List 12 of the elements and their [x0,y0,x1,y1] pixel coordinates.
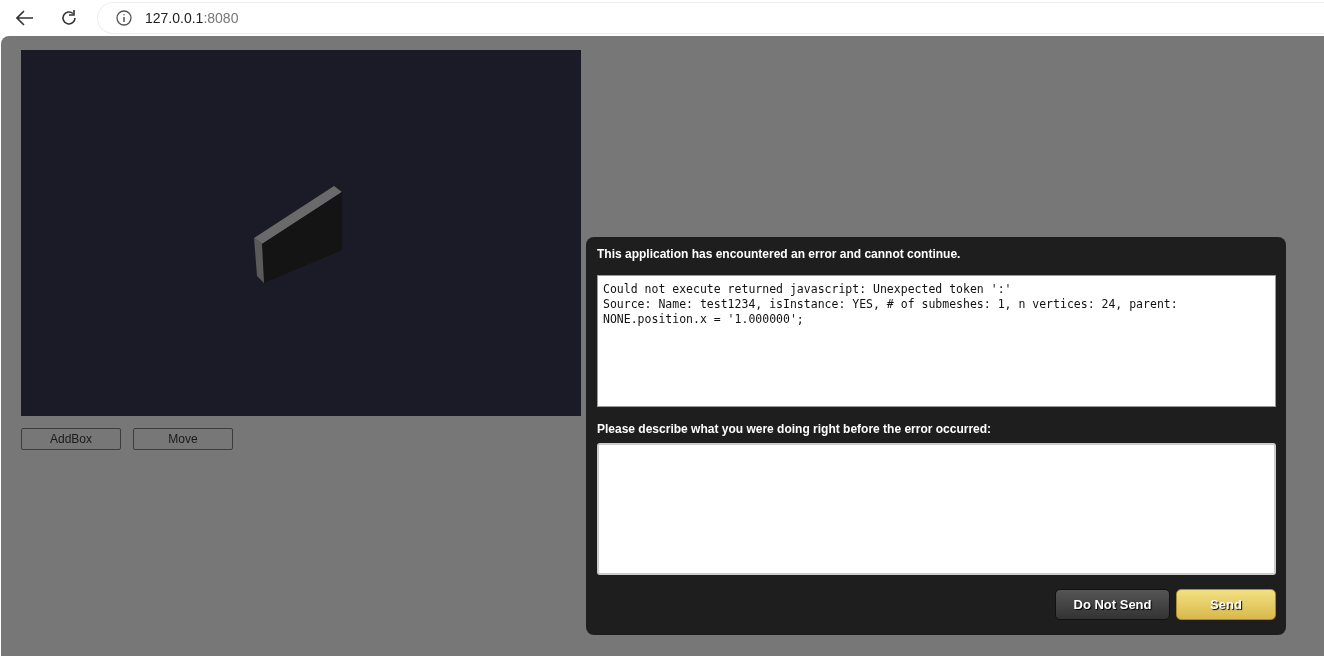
toolbar-button[interactable]: AddBox [21,428,121,450]
url-port: :8080 [203,10,239,26]
info-icon[interactable] [116,10,132,26]
back-icon[interactable] [16,10,34,26]
reload-icon[interactable] [60,9,78,27]
description-prompt: Please describe what you were doing right before the error occurred: [597,422,993,438]
url-host: 127.0.0.1 [145,10,204,26]
error-details: Could not execute returned javascript: Unexpected token ':' Source: Name: test1234, isInstance: YES, # of submeshes: 1, n vertices: 24, parent: NONE.position.x = '1.000000'; [597,275,1276,407]
description-field[interactable] [597,443,1276,575]
dialog-title: This application has encountered an error and cannot continue. [597,247,962,263]
cancel-button[interactable]: Do Not Send [1055,589,1170,620]
toolbar-button[interactable]: Move [133,428,233,450]
